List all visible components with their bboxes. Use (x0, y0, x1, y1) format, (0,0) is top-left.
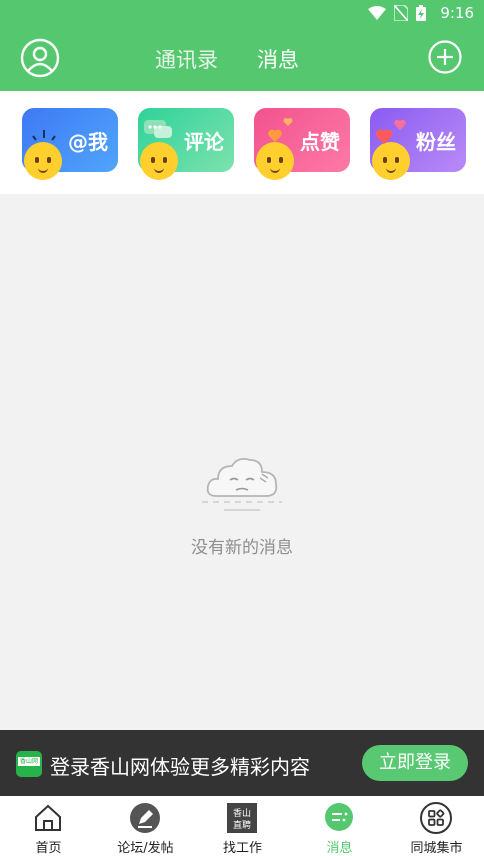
emoji-face-icon (140, 142, 178, 180)
home-icon (35, 804, 61, 831)
sparkle-icon (32, 130, 56, 141)
nav-item-home[interactable]: 首页 (0, 796, 97, 860)
category-cards: @我 评论 点赞 粉丝 (0, 91, 484, 194)
tab-messages[interactable]: 消息 (257, 44, 299, 74)
wifi-icon (368, 6, 386, 20)
plus-circle-icon[interactable] (428, 40, 462, 74)
app-header: 9:16 通讯录 消息 (0, 0, 484, 91)
nav-item-jobs[interactable]: 香山 直聘 找工作 (194, 796, 291, 860)
hearts-icon (268, 118, 293, 142)
fans-label: 粉丝 (416, 130, 456, 154)
nav-label-messages: 消息 (326, 841, 353, 856)
sleepy-cloud-icon (202, 457, 282, 511)
nav-label-forum: 论坛/发帖 (117, 841, 174, 856)
message-list-empty: 没有新的消息 (0, 194, 484, 730)
status-bar: 9:16 (0, 0, 484, 28)
emoji-face-icon (256, 142, 294, 180)
comments-card[interactable]: 评论 (138, 108, 234, 180)
status-icons (368, 5, 426, 21)
login-prompt-text: 登录香山网体验更多精彩内容 (50, 755, 310, 779)
message-icon (325, 803, 353, 831)
battery-charging-icon (416, 5, 426, 21)
site-logo: 香山网 (16, 751, 42, 777)
likes-label: 点赞 (300, 130, 340, 154)
speech-bubble-icon (144, 120, 172, 138)
apps-icon (420, 802, 452, 834)
mentions-label: @我 (68, 130, 108, 154)
emoji-face-icon (372, 142, 410, 180)
fans-card[interactable]: 粉丝 (370, 108, 466, 180)
nav-item-forum[interactable]: 论坛/发帖 (97, 796, 194, 860)
job-icon-text-top: 香山 (233, 808, 251, 819)
job-icon: 香山 直聘 (227, 803, 257, 833)
hearts-icon (375, 119, 406, 144)
login-banner: 香山网 登录香山网体验更多精彩内容 立即登录 (0, 730, 484, 796)
emoji-face-icon (24, 142, 62, 180)
user-avatar-icon[interactable] (20, 38, 60, 78)
login-button[interactable]: 立即登录 (362, 745, 468, 781)
status-time: 9:16 (440, 4, 474, 22)
empty-message-text: 没有新的消息 (191, 538, 293, 558)
site-logo-text: 香山网 (18, 757, 40, 766)
pencil-icon (130, 803, 160, 833)
no-sim-icon (394, 5, 408, 21)
nav-item-messages[interactable]: 消息 (291, 796, 388, 860)
nav-label-home: 首页 (35, 841, 62, 856)
comments-label: 评论 (184, 130, 224, 154)
nav-label-jobs: 找工作 (222, 841, 262, 856)
bottom-nav: 首页 论坛/发帖 香山 直聘 找工作 消息 同城集市 (0, 796, 484, 860)
tab-contacts[interactable]: 通讯录 (155, 44, 218, 74)
nav-item-market[interactable]: 同城集市 (388, 796, 484, 860)
job-icon-text-bottom: 直聘 (233, 819, 251, 831)
nav-label-market: 同城集市 (410, 841, 463, 856)
mentions-card[interactable]: @我 (22, 108, 118, 180)
likes-card[interactable]: 点赞 (254, 108, 350, 180)
